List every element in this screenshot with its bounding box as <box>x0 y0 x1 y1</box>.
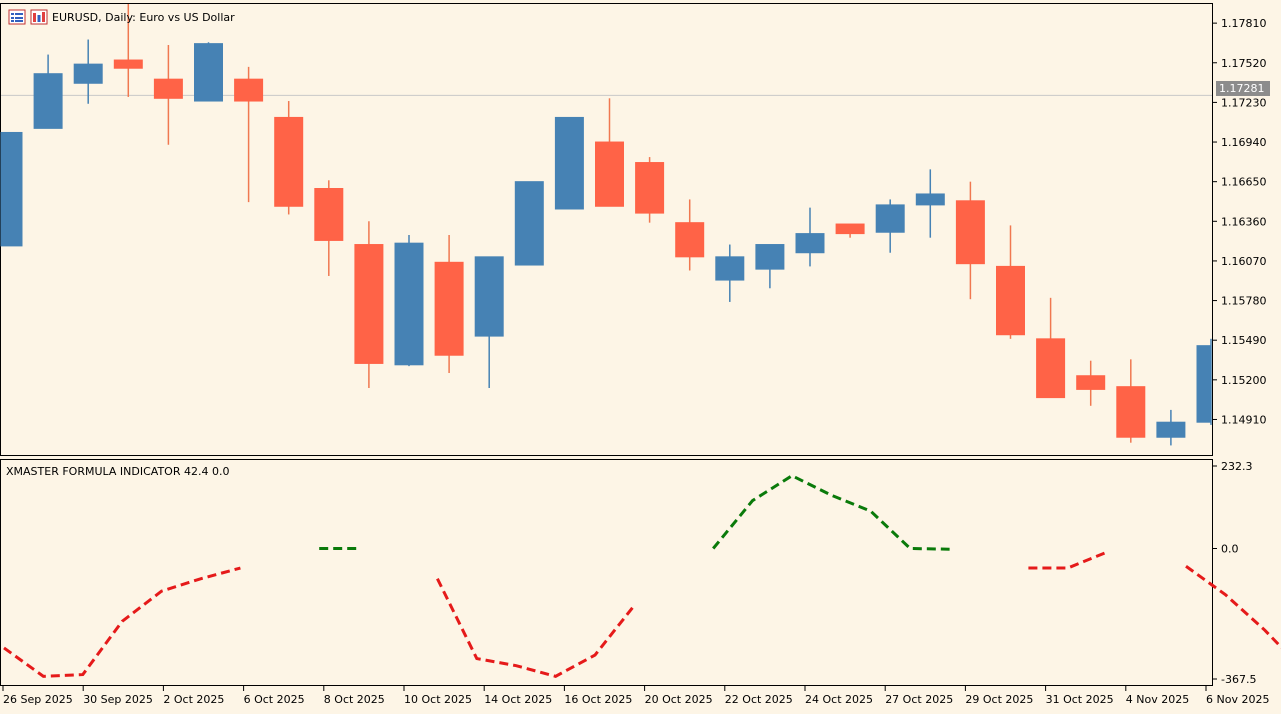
chart-canvas: 1.17810 1.17520 1.17230 1.16940 1.16650 1.163… <box>0 3 1281 706</box>
indicator-line-down <box>1185 565 1281 650</box>
price-axis-label: 1.16940 <box>1221 136 1267 149</box>
candle-bull <box>875 204 905 233</box>
date-axis-label: 29 Oct 2025 <box>965 693 1033 706</box>
candle-bull <box>755 244 785 270</box>
date-axis-label: 2 Oct 2025 <box>163 693 224 706</box>
date-axis-label: 22 Oct 2025 <box>725 693 793 706</box>
candle-bear <box>234 78 264 102</box>
candle-bear <box>113 59 143 69</box>
indicator-line-down <box>3 566 241 678</box>
date-axis-label: 24 Oct 2025 <box>805 693 873 706</box>
candle-bear <box>1116 386 1146 438</box>
date-axis-label: 4 Nov 2025 <box>1126 693 1189 706</box>
price-axis-label: 1.16360 <box>1221 215 1267 228</box>
candle-bear <box>1076 375 1106 390</box>
date-axis-label: 16 Oct 2025 <box>564 693 632 706</box>
candle-bear <box>434 261 464 356</box>
candle-bear <box>835 223 865 235</box>
candle-bear <box>675 222 705 258</box>
candle-bull <box>394 242 424 366</box>
indicator-pane-border <box>0 459 1213 686</box>
candle-bull <box>715 256 745 281</box>
current-price-tag: 1.17281 <box>1216 81 1270 96</box>
indicator-axis-label: 0.0 <box>1221 542 1239 555</box>
candle-bull <box>1156 421 1186 438</box>
candle-bear <box>354 244 384 364</box>
indicator-line-down <box>1028 550 1108 570</box>
date-axis-label: 27 Oct 2025 <box>885 693 953 706</box>
candle-bull <box>474 256 504 337</box>
date-axis-label: 14 Oct 2025 <box>484 693 552 706</box>
candle-bull <box>1196 345 1212 423</box>
date-axis-label: 26 Sep 2025 <box>3 693 73 706</box>
indicator-label: XMASTER FORMULA INDICATOR 42.4 0.0 <box>6 465 230 478</box>
price-axis-label: 1.14910 <box>1221 413 1267 426</box>
candle-bear <box>595 141 624 207</box>
price-axis-label: 1.15780 <box>1221 295 1267 308</box>
date-axis-label: 6 Oct 2025 <box>244 693 305 706</box>
date-axis-label: 20 Oct 2025 <box>645 693 713 706</box>
indicator-axis-label: 232.3 <box>1221 460 1253 473</box>
candle-bear <box>274 116 304 207</box>
chart-title: EURUSD, Daily: Euro vs US Dollar <box>52 10 235 24</box>
date-axis-label: 6 Nov 2025 <box>1206 693 1269 706</box>
price-axis-label: 1.15490 <box>1221 334 1267 347</box>
chart-title-bar: EURUSD, Daily: Euro vs US Dollar <box>8 8 235 26</box>
date-axis-label: 31 Oct 2025 <box>1046 693 1114 706</box>
price-axis-label: 1.17520 <box>1221 57 1267 70</box>
indicator-line-down <box>436 578 636 678</box>
indicator-line-up <box>712 473 950 551</box>
indicator-axis-label: -367.5 <box>1221 673 1256 686</box>
candle-bull <box>0 131 23 247</box>
price-axis-label: 1.17810 <box>1221 17 1267 30</box>
chart-list-icon[interactable] <box>8 9 26 25</box>
candle-bear <box>314 188 344 241</box>
price-axis-label: 1.15200 <box>1221 374 1267 387</box>
candle-bull <box>915 193 945 206</box>
price-axis-label: 1.16070 <box>1221 255 1267 268</box>
candle-bull <box>73 63 103 84</box>
candle-bear <box>635 162 665 214</box>
date-axis-label: 10 Oct 2025 <box>404 693 472 706</box>
candle-bull <box>194 43 223 102</box>
candle-bull <box>33 73 63 129</box>
chart-bars-icon[interactable] <box>30 9 48 25</box>
candle-bull <box>795 233 825 254</box>
candle-bear <box>996 265 1025 336</box>
candle-bear <box>955 200 985 265</box>
main-pane-border <box>0 3 1213 456</box>
candle-bull <box>554 116 584 210</box>
candle-bear <box>153 78 183 99</box>
price-axis-label: 1.17230 <box>1221 96 1267 109</box>
price-axis-label: 1.16650 <box>1221 176 1267 189</box>
candle-bear <box>1036 338 1066 399</box>
date-axis-label: 8 Oct 2025 <box>324 693 385 706</box>
date-axis-label: 30 Sep 2025 <box>83 693 153 706</box>
candle-bull <box>514 181 544 266</box>
